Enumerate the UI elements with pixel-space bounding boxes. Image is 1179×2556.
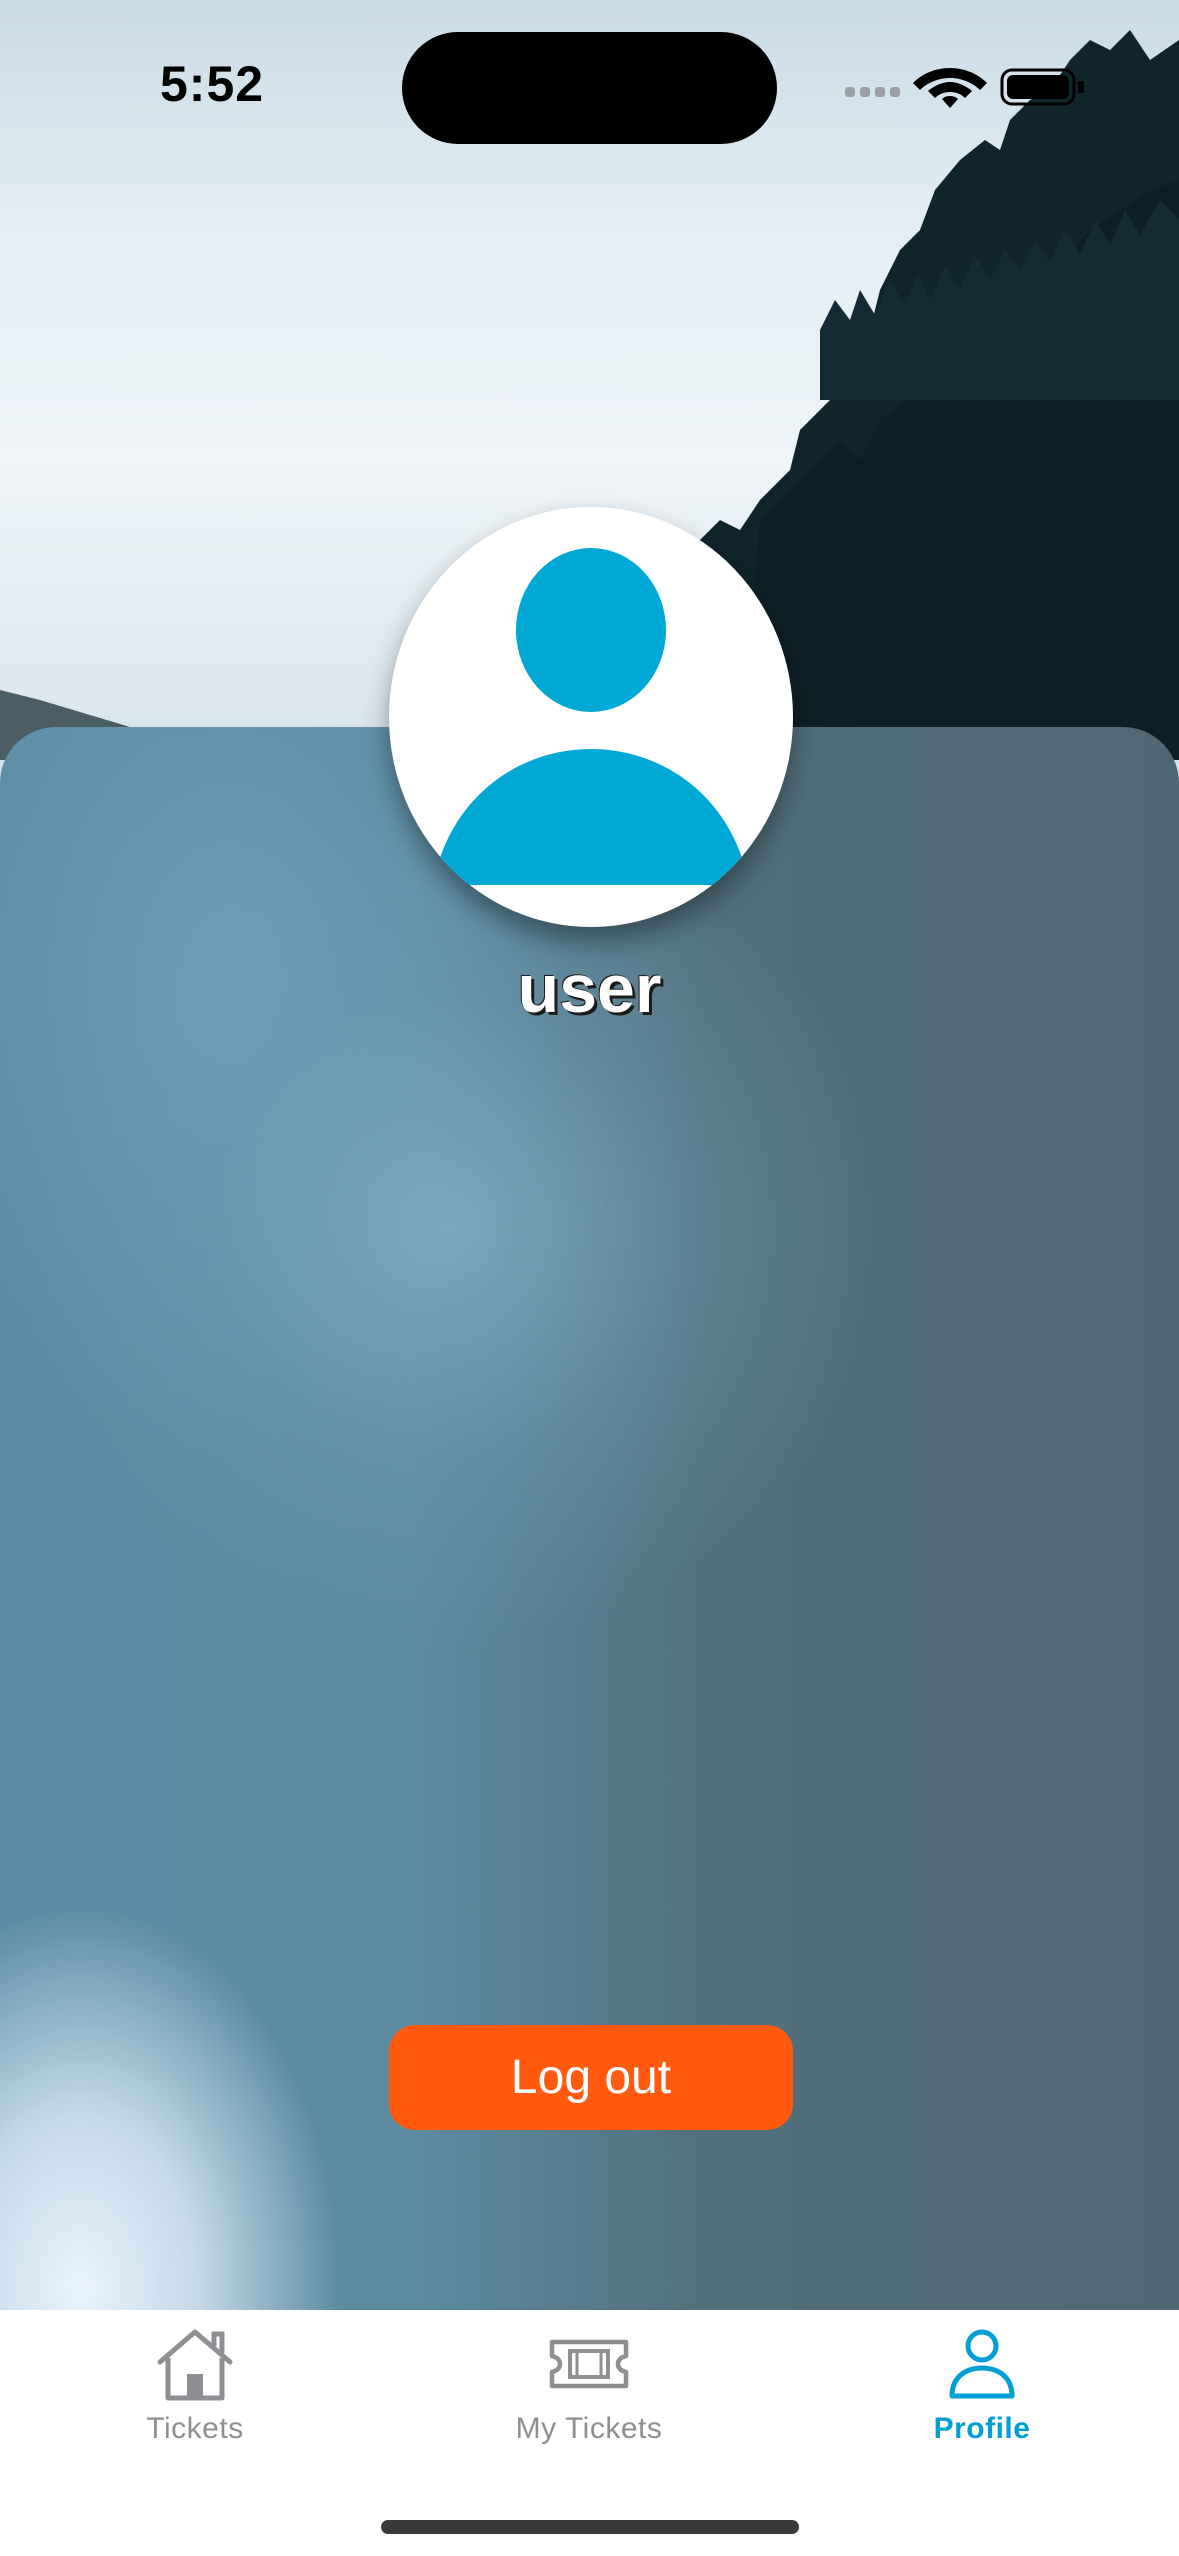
tab-my-tickets[interactable]: My Tickets bbox=[469, 2310, 709, 2470]
tab-profile-label: Profile bbox=[933, 2412, 1031, 2445]
wifi-icon bbox=[913, 68, 987, 108]
logout-button[interactable]: Log out bbox=[389, 2025, 793, 2130]
dynamic-island bbox=[402, 32, 777, 144]
battery-icon bbox=[1000, 68, 1084, 106]
status-time: 5:52 bbox=[160, 56, 265, 112]
tab-tickets[interactable]: Tickets bbox=[75, 2310, 315, 2470]
username: user bbox=[517, 951, 662, 1027]
tab-my-tickets-label: My Tickets bbox=[515, 2412, 663, 2445]
person-icon bbox=[949, 2329, 1015, 2399]
tab-profile[interactable]: Profile bbox=[862, 2310, 1102, 2470]
home-icon bbox=[157, 2329, 233, 2401]
signal-icon bbox=[845, 87, 900, 97]
status-icons bbox=[840, 62, 1090, 112]
tab-tickets-label: Tickets bbox=[146, 2412, 244, 2445]
user-avatar-icon bbox=[433, 548, 749, 885]
avatar[interactable] bbox=[389, 507, 793, 927]
home-indicator[interactable] bbox=[381, 2520, 799, 2534]
ticket-icon bbox=[549, 2339, 629, 2389]
